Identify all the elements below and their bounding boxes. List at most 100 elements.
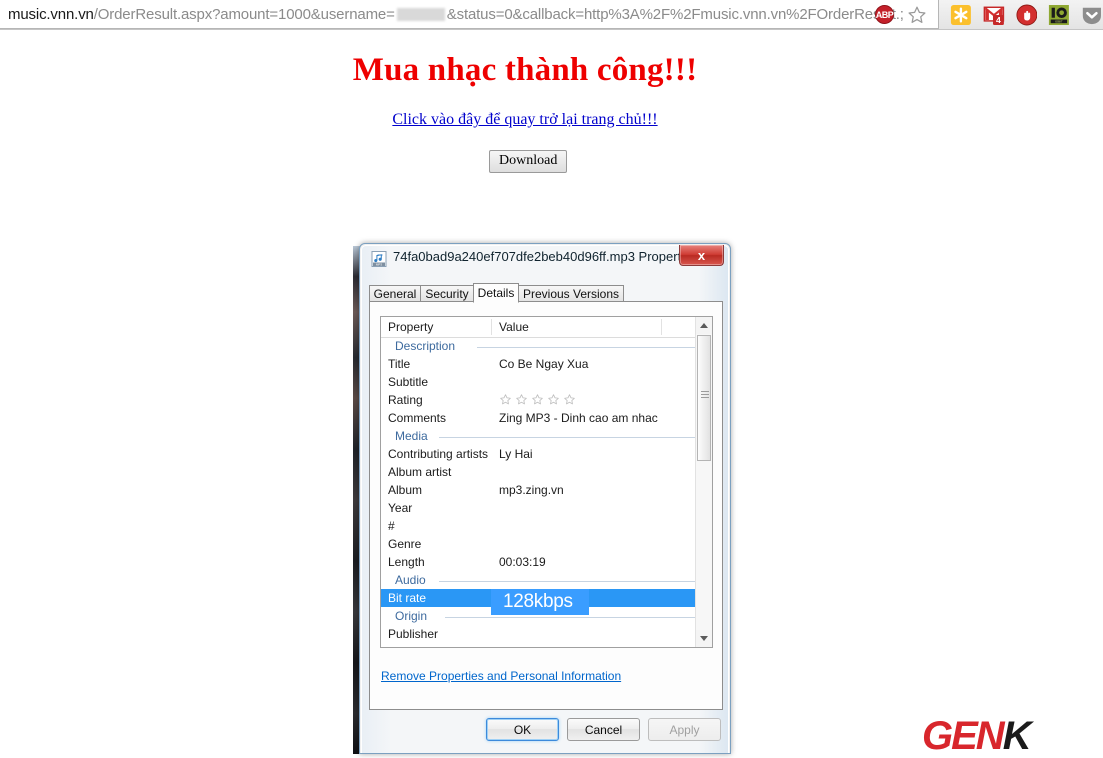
- url-host: music.vnn.vn: [8, 5, 94, 23]
- property-value: Co Be Ngay Xua: [499, 357, 589, 371]
- property-row[interactable]: Contributing artists Ly Hai: [381, 445, 712, 463]
- details-tab-panel: Property Value Description Title Co Be Nga…: [369, 301, 723, 710]
- browser-toolbar: music.vnn.vn/OrderResult.aspx?amount=100…: [0, 0, 1103, 30]
- close-icon[interactable]: x: [679, 245, 724, 266]
- property-name: Subtitle: [388, 375, 429, 389]
- property-value: mp3.zing.vn: [499, 483, 564, 497]
- star-icon[interactable]: [515, 393, 528, 406]
- url-path-before: /OrderResult.aspx?amount=1000&username=: [93, 5, 395, 23]
- tab-details[interactable]: Details: [473, 283, 519, 303]
- section-rule-right: [522, 347, 704, 348]
- property-row[interactable]: Publisher: [381, 625, 712, 643]
- tab-label: Details: [477, 286, 515, 300]
- gmail-extension-icon[interactable]: 4: [983, 4, 1005, 26]
- property-name: Album: [388, 483, 423, 497]
- svg-text:IOBIT: IOBIT: [1056, 19, 1064, 23]
- star-icon[interactable]: [499, 393, 512, 406]
- section-rule-right: [522, 581, 704, 582]
- property-value: 00:03:19: [499, 555, 546, 569]
- address-bar[interactable]: music.vnn.vn/OrderResult.aspx?amount=100…: [0, 0, 939, 29]
- property-row[interactable]: Audio: [381, 571, 712, 589]
- scroll-down-icon[interactable]: [696, 630, 712, 647]
- star-icon[interactable]: [547, 393, 560, 406]
- star-icon[interactable]: [531, 393, 544, 406]
- ok-button[interactable]: OK: [486, 718, 559, 741]
- property-name: Album artist: [388, 465, 452, 479]
- svg-text:MP3: MP3: [376, 262, 383, 266]
- scroll-up-icon[interactable]: [696, 317, 712, 334]
- property-name: Audio: [395, 573, 426, 587]
- tab-general[interactable]: General: [369, 285, 421, 302]
- apply-button: Apply: [648, 718, 721, 741]
- property-list[interactable]: Property Value Description Title Co Be Nga…: [380, 316, 713, 648]
- property-name: Origin: [395, 609, 428, 623]
- asterisk-extension-icon[interactable]: [950, 4, 972, 26]
- property-row[interactable]: Rating: [381, 391, 712, 409]
- property-row[interactable]: Album mp3.zing.vn: [381, 481, 712, 499]
- property-row[interactable]: #: [381, 517, 712, 535]
- mp3-file-icon: MP3: [371, 251, 387, 267]
- rating-stars[interactable]: [499, 393, 576, 406]
- property-name: Contributing artists: [388, 447, 489, 461]
- url-path-after: &status=0&callback=http%3A%2F%2Fmusic.vn…: [446, 5, 904, 23]
- property-list-scrollbar[interactable]: [695, 317, 712, 647]
- section-rule-right: [522, 437, 704, 438]
- dialog-tab-strip: General Security Details Previous Versions: [369, 283, 723, 303]
- download-button[interactable]: Download: [489, 150, 568, 173]
- dialog-title-text: 74fa0bad9a240ef707dfe2beb40d96ff.mp3 Pro…: [393, 249, 698, 264]
- scrollbar-grip-icon: [701, 391, 709, 398]
- dialog-button-row: OK Cancel Apply: [360, 718, 730, 748]
- property-name: Length: [388, 555, 425, 569]
- genk-watermark-black: K: [1002, 714, 1032, 758]
- property-name: Publisher: [388, 627, 439, 641]
- ghostery-extension-icon[interactable]: [1016, 4, 1038, 26]
- property-row[interactable]: Origin: [381, 607, 712, 625]
- adblock-plus-icon[interactable]: ABP: [875, 5, 894, 24]
- property-name: Genre: [388, 537, 422, 551]
- property-row[interactable]: Length 00:03:19: [381, 553, 712, 571]
- property-name: #: [388, 519, 395, 533]
- property-value: Ly Hai: [499, 447, 533, 461]
- property-row[interactable]: Album artist: [381, 463, 712, 481]
- section-rule-left: [439, 437, 524, 438]
- tab-label: Previous Versions: [522, 286, 620, 301]
- property-row[interactable]: Bit rate128kbps128kbps: [381, 589, 712, 615]
- column-divider-2[interactable]: [661, 319, 662, 335]
- genk-watermark: GENK: [922, 714, 1032, 758]
- property-row[interactable]: Comments Zing MP3 - Dinh cao am nhac: [381, 409, 712, 427]
- file-properties-dialog: MP3 74fa0bad9a240ef707dfe2beb40d96ff.mp3…: [359, 243, 731, 754]
- property-name: Bit rate: [388, 591, 427, 605]
- property-row[interactable]: Title Co Be Ngay Xua: [381, 355, 712, 373]
- pocket-extension-icon[interactable]: [1081, 4, 1103, 26]
- scrollbar-thumb[interactable]: [697, 335, 711, 461]
- genk-watermark-red: GEN: [922, 714, 1005, 758]
- tab-label: Security: [425, 286, 469, 301]
- back-to-home-link[interactable]: Click vào đây để quay trở lại trang chủ!…: [0, 111, 1050, 129]
- section-rule-right: [522, 617, 704, 618]
- gmail-unread-badge: 4: [996, 15, 1001, 25]
- dialog-titlebar[interactable]: MP3 74fa0bad9a240ef707dfe2beb40d96ff.mp3…: [360, 244, 730, 274]
- extension-icon-bar: 4 IOBIT: [944, 0, 1103, 29]
- property-name: Comments: [388, 411, 447, 425]
- page-title: Mua nhạc thành công!!!: [352, 52, 698, 88]
- bookmark-star-icon[interactable]: [906, 4, 928, 26]
- property-row[interactable]: Genre: [381, 535, 712, 553]
- property-row[interactable]: Subtitle: [381, 373, 712, 391]
- column-header-property: Property: [388, 320, 434, 334]
- section-rule-left: [439, 581, 524, 582]
- column-header-value: Value: [499, 320, 529, 334]
- iobit-extension-icon[interactable]: IOBIT: [1048, 4, 1070, 26]
- property-row[interactable]: Description: [381, 337, 712, 355]
- property-value: Zing MP3 - Dinh cao am nhac: [499, 411, 658, 425]
- property-name: Description: [395, 339, 456, 353]
- column-divider-1[interactable]: [491, 319, 492, 335]
- cancel-button[interactable]: Cancel: [567, 718, 640, 741]
- property-list-header: Property Value: [381, 317, 712, 338]
- property-row[interactable]: Year: [381, 499, 712, 517]
- property-name: Media: [395, 429, 428, 443]
- tab-previous-versions[interactable]: Previous Versions: [518, 285, 624, 302]
- remove-properties-link[interactable]: Remove Properties and Personal Informati…: [381, 669, 621, 683]
- property-row[interactable]: Media: [381, 427, 712, 445]
- tab-security[interactable]: Security: [420, 285, 474, 302]
- star-icon[interactable]: [563, 393, 576, 406]
